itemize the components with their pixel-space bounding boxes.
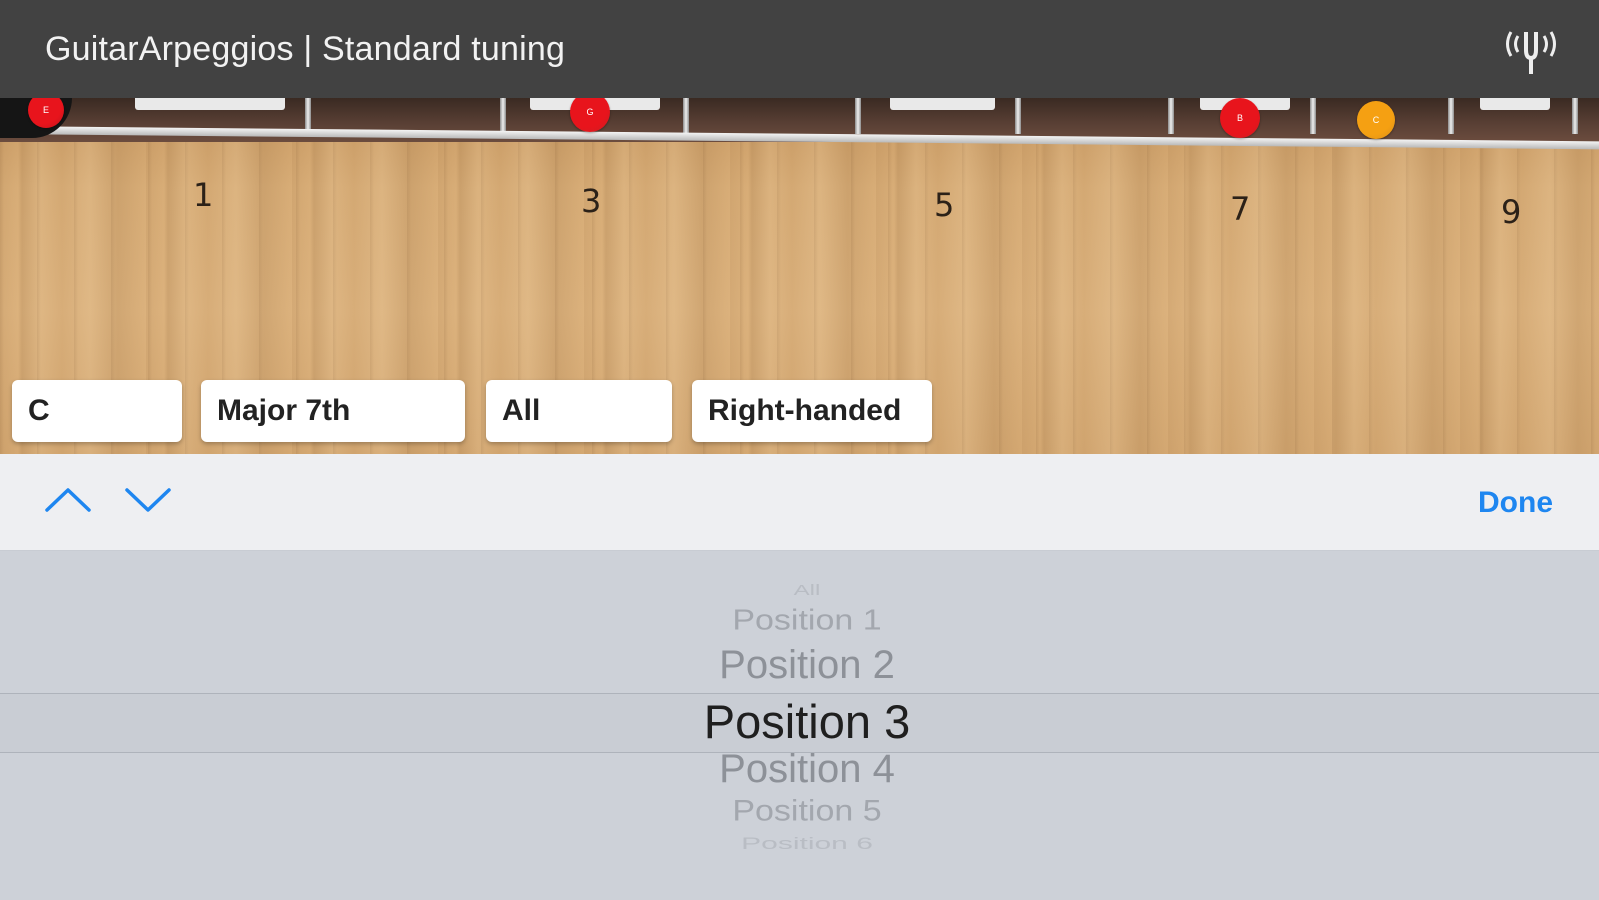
chevron-up-icon[interactable]: [44, 480, 92, 520]
fret-wire: [683, 98, 689, 134]
fret-wire: [500, 98, 506, 134]
note-marker: C: [1357, 101, 1395, 139]
position-picker[interactable]: All Position 1 Position 2 Position 3 Pos…: [0, 551, 1599, 900]
picker-option-selected[interactable]: Position 3: [0, 694, 1599, 749]
fret-inlay: [135, 98, 285, 110]
fret-number: 7: [1230, 190, 1251, 228]
picker-option[interactable]: Position 6: [0, 835, 1599, 854]
tuning-fork-icon[interactable]: [1505, 24, 1557, 76]
app-title: GuitarArpeggios | Standard tuning: [45, 30, 566, 68]
note-marker: B: [1220, 98, 1260, 138]
picker-option[interactable]: All: [0, 583, 1599, 600]
fret-wire: [1572, 98, 1578, 134]
title-bar: GuitarArpeggios | Standard tuning: [0, 0, 1599, 98]
picker-option[interactable]: Position 2: [0, 643, 1599, 688]
picker-option[interactable]: Position 1: [0, 604, 1599, 637]
fret-wire: [1310, 98, 1316, 134]
root-note-field[interactable]: C: [12, 380, 182, 442]
position-field[interactable]: All: [486, 380, 672, 442]
handedness-field[interactable]: Right-handed: [692, 380, 932, 442]
picker-toolbar: Done: [0, 454, 1599, 551]
fret-wire: [1448, 98, 1454, 134]
picker-option[interactable]: Position 4: [0, 747, 1599, 792]
done-button[interactable]: Done: [1478, 486, 1553, 520]
chevron-down-icon[interactable]: [124, 480, 172, 520]
fret-number: 9: [1501, 193, 1522, 231]
fret-wire: [855, 98, 861, 134]
fret-number: 3: [581, 182, 602, 220]
picker-option[interactable]: Position 5: [0, 794, 1599, 828]
fret-inlay: [1480, 98, 1550, 110]
fret-wire: [1168, 98, 1174, 134]
fret-number: 1: [193, 176, 214, 214]
arpeggio-type-field[interactable]: Major 7th: [201, 380, 465, 442]
fretboard: E G B C 1 3 5 7 9 C Major 7th All Right-…: [0, 98, 1599, 454]
fret-number: 5: [934, 186, 955, 224]
fret-inlay: [890, 98, 995, 110]
fret-wire: [1015, 98, 1021, 134]
